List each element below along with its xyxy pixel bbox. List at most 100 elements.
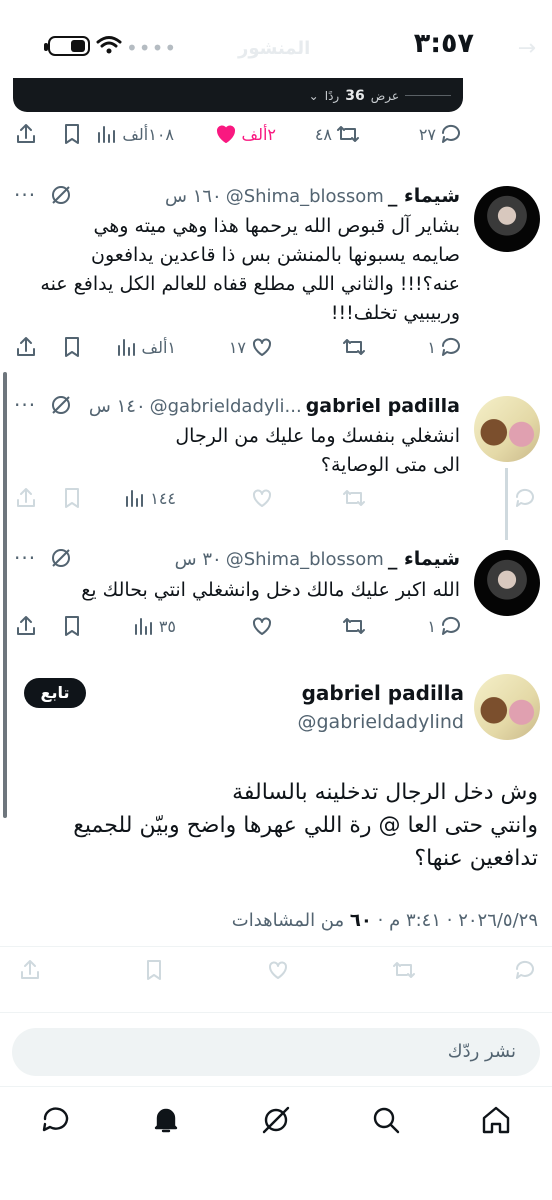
like-button[interactable]: ٢ألف (214, 122, 276, 146)
follow-button[interactable]: تابع (24, 678, 86, 708)
repost-button[interactable] (342, 614, 366, 638)
analytics-icon (98, 126, 116, 143)
divider (0, 946, 552, 947)
tweet-actions: ١٤٤ (0, 486, 552, 522)
tweet-time[interactable]: ٣٠ س (175, 549, 222, 570)
tweet-time[interactable]: ١٦٠ س (165, 186, 222, 207)
main-tweet-actions (0, 958, 552, 994)
reply-button[interactable]: ٢٧ (419, 122, 464, 146)
status-bar: •••• المنشور → ٣:٥٧ (0, 0, 552, 90)
bookmark-button[interactable] (60, 335, 84, 359)
repost-icon (343, 339, 365, 355)
reply-button[interactable] (514, 958, 538, 982)
top-tweet-actions: ٢٧ ٤٨ ٢ألف ١٠٨ألف (0, 122, 552, 158)
messages-icon[interactable] (40, 1104, 72, 1136)
repost-button[interactable] (342, 335, 366, 359)
arrow-right-icon[interactable]: → (518, 36, 536, 61)
heart-icon (253, 489, 271, 507)
tweet-actions: ١ ١٧ ١ألف (0, 335, 552, 371)
share-button[interactable] (14, 614, 38, 638)
repost-icon (337, 126, 359, 142)
author-name[interactable]: شيماء _ (388, 185, 460, 207)
grok-icon[interactable] (260, 1104, 292, 1136)
grok-icon[interactable] (50, 184, 72, 206)
share-button[interactable] (18, 958, 42, 982)
views-label: من المشاهدات (231, 910, 345, 931)
author-handle[interactable]: @Shima_blossom (226, 549, 384, 570)
main-tweet-text: وش دخل الرجال تدخلينه بالسالفة وانتي حتى… (73, 780, 538, 871)
author-name[interactable]: gabriel padilla (306, 395, 460, 417)
tweet-actions: ١ ٣٥ (0, 614, 552, 650)
grok-icon[interactable] (50, 394, 72, 416)
reply-placeholder: نشر ردّك (447, 1041, 516, 1062)
like-button[interactable] (250, 486, 274, 510)
repost-icon (343, 490, 365, 506)
reply-input[interactable]: نشر ردّك (12, 1028, 540, 1076)
views-button[interactable]: ١٠٨ألف (94, 122, 174, 146)
reply-icon (441, 124, 460, 143)
views-button[interactable]: ١٤٤ (122, 486, 176, 510)
bookmark-icon (147, 960, 161, 980)
views-button[interactable]: ١ألف (114, 335, 176, 359)
heart-icon (253, 338, 271, 356)
repost-button[interactable] (342, 486, 366, 510)
share-icon (17, 124, 35, 143)
views-count: ٦٠ (349, 910, 372, 931)
bottom-nav (0, 1090, 552, 1150)
main-tweet-meta: ٢٠٢٦/٥/٢٩ · ٣:٤١ م · ٦٠ من المشاهدات (231, 910, 538, 931)
chevron-down-icon: ⌄ (308, 89, 319, 103)
bookmark-button[interactable] (60, 614, 84, 638)
header-title: المنشور (238, 38, 311, 59)
author-handle[interactable]: @gabrieldadyli... (150, 396, 302, 417)
bookmark-button[interactable] (142, 958, 166, 982)
tweet-time[interactable]: ١٤٠ س (89, 396, 146, 417)
more-icon[interactable]: ··· (14, 183, 36, 207)
bookmark-button[interactable] (60, 486, 84, 510)
bookmark-button[interactable] (60, 122, 84, 146)
avatar[interactable] (474, 396, 540, 462)
author-name[interactable]: شيماء _ (388, 548, 460, 570)
share-icon (17, 337, 35, 356)
avatar[interactable] (474, 186, 540, 252)
scrollbar[interactable] (3, 372, 7, 818)
status-time: ٣:٥٧ (413, 28, 474, 59)
like-button[interactable] (266, 958, 290, 982)
main-author-handle[interactable]: @gabrieldadylind (298, 711, 465, 733)
like-button[interactable] (250, 614, 274, 638)
share-button[interactable] (14, 335, 38, 359)
reply-icon (441, 616, 460, 635)
bookmark-icon (65, 616, 79, 636)
tweet-date[interactable]: ٢٠٢٦/٥/٢٩ · ٣:٤١ م (389, 910, 538, 931)
tweet-text: بشاير آل قبوص الله يرحمها هذا وهي ميته و… (40, 215, 460, 324)
repost-icon (393, 962, 415, 978)
tweet-text: الله اكبر عليك مالك دخل وانشغلي انتي بحا… (81, 579, 460, 601)
repost-button[interactable] (392, 958, 416, 982)
reply-button[interactable] (514, 486, 538, 510)
main-avatar[interactable] (474, 674, 540, 740)
bookmark-icon (65, 124, 79, 144)
more-icon[interactable]: ··· (14, 546, 36, 570)
share-button[interactable] (14, 486, 38, 510)
tweet-header: gabriel padilla @gabrieldadyli... ١٤٠ س (89, 395, 460, 417)
heart-icon (253, 617, 271, 635)
home-icon[interactable] (480, 1104, 512, 1136)
like-button[interactable]: ١٧ (229, 335, 274, 359)
views-button[interactable]: ٣٥ (131, 614, 176, 638)
author-handle[interactable]: @Shima_blossom (226, 186, 384, 207)
share-button[interactable] (14, 122, 38, 146)
reply-button[interactable]: ١ (427, 614, 464, 638)
search-icon[interactable] (370, 1104, 402, 1136)
repost-button[interactable]: ٤٨ (315, 122, 360, 146)
main-author-name[interactable]: gabriel padilla (302, 681, 464, 705)
notifications-icon[interactable] (150, 1104, 182, 1136)
avatar[interactable] (474, 550, 540, 616)
show-replies-count: 36 (345, 88, 365, 104)
show-replies-button[interactable]: عرض 36 ردًا ⌄ (309, 88, 399, 104)
media-bottom-bar[interactable]: عرض 36 ردًا ⌄ (13, 78, 463, 112)
grok-icon[interactable] (50, 547, 72, 569)
more-icon[interactable]: ··· (14, 393, 36, 417)
divider (0, 1012, 552, 1013)
reply-button[interactable]: ١ (427, 335, 464, 359)
share-icon (17, 488, 35, 507)
heart-icon (216, 125, 235, 143)
